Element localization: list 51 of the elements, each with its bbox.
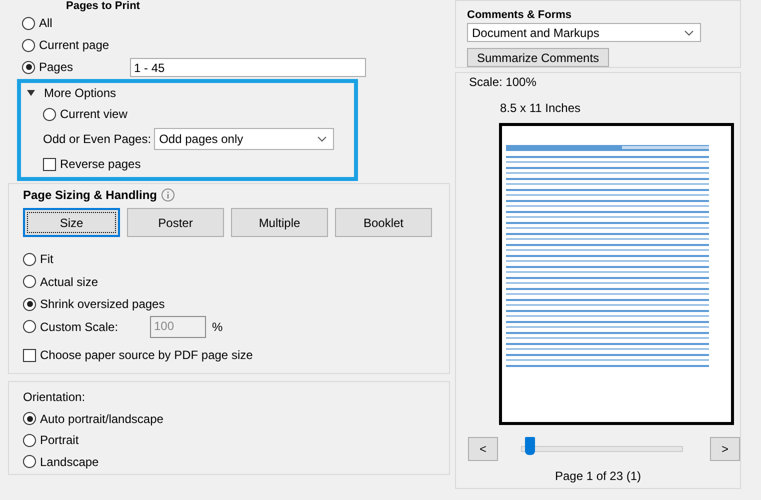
radio-label: Custom Scale: [40, 320, 120, 334]
section-title: Comments & Forms [467, 9, 572, 21]
more-options-toggle[interactable]: More Options [44, 86, 116, 100]
radio-label: All [39, 16, 52, 30]
unit-label: % [212, 320, 223, 334]
radio-button[interactable] [23, 298, 36, 311]
radio-button[interactable] [23, 252, 36, 266]
radio-button[interactable] [22, 16, 35, 30]
mode-tab[interactable]: Booklet [335, 208, 432, 237]
section-title: Pages to Print [66, 0, 141, 12]
checkbox[interactable] [23, 348, 36, 362]
radio-label: Fit [40, 252, 54, 266]
checkbox-label: Choose paper source by PDF page size [40, 348, 253, 362]
radio-button[interactable] [22, 60, 35, 74]
next-page-button[interactable]: > [710, 437, 740, 461]
checkbox[interactable] [43, 158, 56, 170]
chevron-down-icon [317, 136, 328, 142]
radio-button[interactable] [23, 455, 36, 468]
section-title: Orientation: [23, 390, 86, 406]
radio-button[interactable] [23, 320, 36, 334]
mode-tab[interactable]: Size [23, 208, 120, 237]
radio-button[interactable] [43, 108, 56, 120]
page-counter: Page 1 of 23 (1) [554, 469, 642, 483]
radio-label: Landscape [40, 454, 99, 469]
field-label: Odd or Even Pages: [43, 132, 152, 146]
mode-tab[interactable]: Poster [127, 208, 224, 237]
previous-page-button[interactable]: < [468, 437, 498, 461]
chevron-down-icon [684, 30, 694, 36]
radio-button[interactable] [22, 38, 35, 52]
radio-button[interactable] [23, 412, 36, 426]
mode-tab[interactable]: Multiple [231, 208, 328, 237]
summarize-comments-button[interactable]: Summarize Comments [467, 48, 610, 67]
radio-label: Current page [39, 38, 110, 52]
radio-label: Auto portrait/landscape [40, 412, 164, 426]
slider-thumb[interactable] [525, 437, 535, 455]
section-title: Page Sizing & Handling [23, 188, 158, 202]
pages-field[interactable]: 1 - 45 [130, 58, 366, 76]
comments-dropdown[interactable]: Document and Markups [467, 23, 701, 42]
radio-label: Actual size [40, 274, 98, 289]
radio-label: Portrait [40, 433, 79, 448]
checkbox-label: Reverse pages [60, 157, 141, 171]
scale-label: Scale: 100% [469, 75, 538, 91]
paper-size-label: 8.5 x 11 Inches [500, 101, 582, 115]
radio-label: Shrink oversized pages [40, 297, 165, 312]
radio-button[interactable] [23, 434, 36, 447]
triangle-icon[interactable] [27, 90, 35, 96]
odd-even-dropdown[interactable]: Odd pages only [154, 128, 334, 150]
radio-button[interactable] [23, 275, 36, 288]
radio-label: Pages [39, 60, 74, 74]
radio-label: Current view [60, 107, 128, 121]
info-icon[interactable] [161, 188, 176, 202]
